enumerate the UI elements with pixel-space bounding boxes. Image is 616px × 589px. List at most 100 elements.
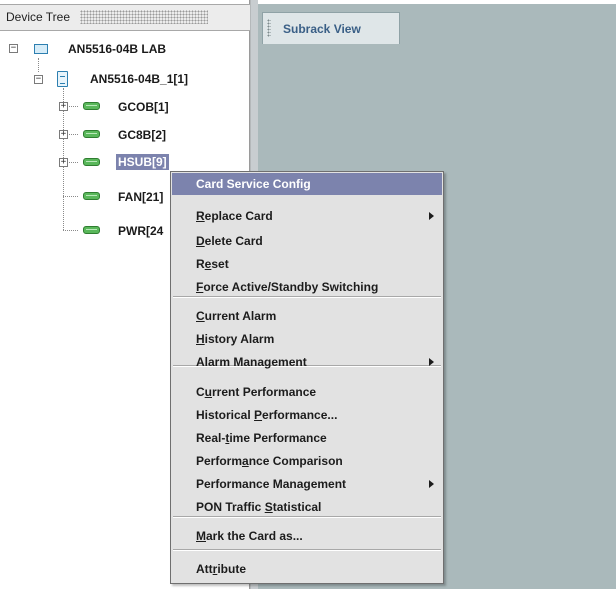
menu-mnemonic-letter: C (196, 309, 205, 323)
card-icon (83, 102, 100, 110)
menu-item-attribute[interactable]: Attribute (172, 558, 442, 580)
collapse-toggle-icon[interactable]: − (34, 75, 43, 84)
rack-icon (34, 44, 48, 54)
menu-label-text: Alarm Management (196, 355, 307, 369)
menu-item-reset[interactable]: Reset (172, 253, 442, 275)
menu-label-text: eplace Card (204, 209, 273, 223)
card-icon (83, 158, 100, 166)
menu-item-label: PON Traffic Statistical (196, 500, 321, 514)
tree-node-label: AN5516-04B LAB (68, 42, 167, 56)
menu-item-historical-performance[interactable]: Historical Performance... (172, 404, 442, 426)
menu-item-mark-card[interactable]: Mark the Card as... (172, 525, 442, 547)
card-context-menu: Card Service Config Replace Card Delete Ca… (170, 171, 444, 584)
menu-item-label: Delete Card (196, 234, 263, 248)
collapse-toggle-icon[interactable]: − (9, 44, 18, 53)
menu-item-performance-management[interactable]: Performance Management (172, 473, 442, 495)
menu-label-text: erformance... (262, 408, 338, 422)
tree-node-gc8b[interactable]: + GC8B[2] (0, 125, 250, 145)
menu-item-label: Historical Performance... (196, 408, 337, 422)
menu-label-text: istory Alarm (204, 332, 275, 346)
menu-label-text: Perform (196, 454, 243, 468)
expand-toggle-icon[interactable]: + (59, 130, 68, 139)
menu-separator (173, 549, 441, 551)
menu-item-label: Performance Comparison (196, 454, 343, 468)
tab-subrack-view[interactable]: Subrack View (262, 12, 400, 44)
menu-label-text: urrent Alarm (204, 309, 277, 323)
panel-drag-grip[interactable] (80, 10, 208, 24)
menu-label-text: R (196, 257, 205, 271)
menu-label-text: elete Card (204, 234, 263, 248)
tree-node-label: AN5516-04B_1[1] (90, 72, 189, 86)
menu-item-alarm-management[interactable]: Alarm Management (172, 351, 442, 373)
tab-grip-icon (267, 19, 271, 37)
menu-label-text: PON Traffic (196, 500, 265, 514)
expand-toggle-icon[interactable]: + (59, 158, 68, 167)
menu-mnemonic-letter: M (196, 529, 206, 543)
device-tree-header: Device Tree (0, 4, 250, 31)
menu-mnemonic-letter: H (196, 332, 205, 346)
menu-item-replace-card[interactable]: Replace Card (172, 205, 442, 227)
menu-item-delete-card[interactable]: Delete Card (172, 230, 442, 252)
tree-node-label: GCOB[1] (118, 100, 169, 114)
tab-label: Subrack View (283, 22, 361, 36)
tree-node-gcob[interactable]: + GCOB[1] (0, 97, 250, 117)
menu-label-text: Real- (196, 431, 226, 445)
menu-mnemonic-letter: a (242, 454, 249, 468)
tree-node-label: FAN[21] (118, 190, 164, 204)
menu-item-label: Reset (196, 257, 229, 271)
menu-item-label: Replace Card (196, 209, 273, 223)
menu-item-card-service-config[interactable]: Card Service Config (172, 173, 442, 195)
menu-item-label: Force Active/Standby Switching (196, 280, 378, 294)
menu-label-text: tatistical (272, 500, 322, 514)
menu-mnemonic-letter: S (264, 500, 273, 514)
menu-label-text: orce Active/Standby Switching (203, 280, 379, 294)
submenu-arrow-icon (429, 358, 434, 366)
menu-item-label: Real-time Performance (196, 431, 327, 445)
card-icon (83, 226, 100, 234)
menu-label-text: ark the Card as... (206, 529, 303, 543)
menu-item-label: Attribute (196, 562, 246, 576)
tree-node-label: GC8B[2] (118, 128, 167, 142)
menu-label-text: set (211, 257, 229, 271)
menu-item-pon-traffic-statistical[interactable]: PON Traffic Statistical (172, 496, 442, 518)
submenu-arrow-icon (429, 212, 434, 220)
menu-label-text: Att (196, 562, 213, 576)
menu-mnemonic-letter: P (254, 408, 263, 422)
menu-item-performance-comparison[interactable]: Performance Comparison (172, 450, 442, 472)
menu-mnemonic-letter: D (196, 234, 205, 248)
menu-mnemonic-letter: R (196, 209, 205, 223)
menu-item-current-alarm[interactable]: Current Alarm (172, 305, 442, 327)
device-tree-title: Device Tree (6, 10, 71, 24)
card-icon (83, 192, 100, 200)
menu-label-text: nce Comparison (248, 454, 343, 468)
menu-item-label: Performance Management (196, 477, 346, 491)
menu-item-realtime-performance[interactable]: Real-time Performance (172, 427, 442, 449)
menu-item-label: Current Performance (196, 385, 316, 399)
tree-node-an5516-shelf[interactable]: − AN5516-04B_1[1] (0, 69, 250, 89)
menu-label-text: Performance Management (196, 477, 347, 491)
view-tab-strip: Subrack View (258, 0, 616, 44)
menu-item-label: Mark the Card as... (196, 529, 303, 543)
menu-label-text: ime Performance (229, 431, 327, 445)
tree-node-an5516-lab[interactable]: − AN5516-04B LAB (0, 39, 250, 59)
menu-item-force-switching[interactable]: Force Active/Standby Switching (172, 276, 442, 298)
menu-mnemonic-letter: u (204, 385, 213, 399)
submenu-arrow-icon (429, 480, 434, 488)
menu-label-text: rrent Performance (212, 385, 317, 399)
tree-node-label-selected: HSUB[9] (116, 154, 169, 170)
menu-item-current-performance[interactable]: Current Performance (172, 381, 442, 403)
menu-item-label: Alarm Management (196, 355, 307, 369)
shelf-icon (57, 71, 68, 87)
menu-label-text: ibute (217, 562, 247, 576)
menu-label-text: C (196, 385, 205, 399)
menu-item-label: Current Alarm (196, 309, 276, 323)
tree-node-label: PWR[24 (118, 224, 164, 238)
tree-node-hsub[interactable]: + HSUB[9] (0, 153, 250, 173)
expand-toggle-icon[interactable]: + (59, 102, 68, 111)
menu-label-text: Card Service Config (196, 177, 311, 191)
menu-item-history-alarm[interactable]: History Alarm (172, 328, 442, 350)
menu-item-label: History Alarm (196, 332, 274, 346)
menu-label-text: Historical (196, 408, 255, 422)
menu-item-label: Card Service Config (196, 177, 311, 191)
card-icon (83, 130, 100, 138)
